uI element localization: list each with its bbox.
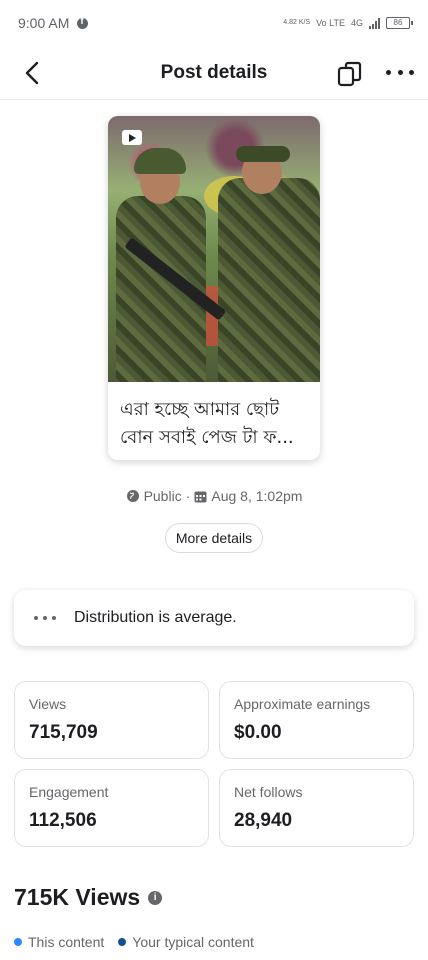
network-speed: 4.82 K/S [283,19,311,26]
audience-label: Public [143,488,182,504]
helmet [134,148,186,174]
calendar-icon [194,491,207,502]
stat-card-net-follows[interactable]: Net follows 28,940 [219,769,414,847]
status-indicators: 4.82 K/S Vo LTE 4G 86 [283,17,413,29]
copy-icon[interactable] [336,60,364,88]
video-icon [122,130,142,145]
signal-icon [369,17,380,29]
legend-dot [118,938,127,946]
post-thumbnail[interactable] [108,116,320,382]
legend-dot [14,938,22,946]
battery-icon: 86 [386,17,413,29]
stat-label: Engagement [29,784,109,800]
stat-value: 28,940 [234,810,293,831]
meta-separator: · [185,488,191,504]
post-meta: Public · Aug 8, 1:02pm [0,488,428,504]
volte-indicator: Vo LTE [316,18,345,28]
stat-label: Approximate earnings [234,696,371,712]
facebook-notification-icon [77,16,89,29]
more-dots-icon [34,616,56,620]
signal-label: 4G [350,18,363,28]
status-time: 9:00 AM [18,15,70,31]
globe-icon [126,490,139,502]
info-icon[interactable]: i [148,890,163,905]
legend-item-this-content: This content [14,934,104,950]
stat-label: Views [29,696,67,712]
post-date: Aug 8, 1:02pm [211,488,303,504]
status-bar: 9:00 AM 4.82 K/S Vo LTE 4G 86 [0,0,428,46]
legend-label: This content [28,934,105,950]
stat-label: Net follows [234,784,303,800]
stat-value: 112,506 [29,810,97,831]
distribution-text: Distribution is average. [74,609,237,626]
stat-value: $0.00 [234,722,282,743]
app-bar: Post details [0,46,428,100]
views-title: 715K Views [14,884,141,910]
views-heading: 715K Views i [14,884,163,911]
post-preview-card[interactable]: এরা হচ্ছে আমার ছোট বোন সবাই পেজ টা ফ... [108,116,320,460]
stat-card-views[interactable]: Views 715,709 [14,681,209,759]
cap [236,146,290,162]
views-legend: This content Your typical content [14,934,268,950]
more-options-icon[interactable] [386,62,414,82]
legend-item-typical-content: Your typical content [118,934,254,950]
post-caption: এরা হচ্ছে আমার ছোট বোন সবাই পেজ টা ফ... [120,399,294,448]
legend-label: Your typical content [132,934,254,950]
more-details-button[interactable]: More details [165,523,263,553]
soldier-right [218,178,320,382]
back-arrow-icon[interactable] [20,60,46,86]
distribution-card[interactable]: Distribution is average. [14,590,414,646]
stat-value: 715,709 [29,722,98,743]
stat-card-engagement[interactable]: Engagement 112,506 [14,769,209,847]
stat-card-earnings[interactable]: Approximate earnings $0.00 [219,681,414,759]
